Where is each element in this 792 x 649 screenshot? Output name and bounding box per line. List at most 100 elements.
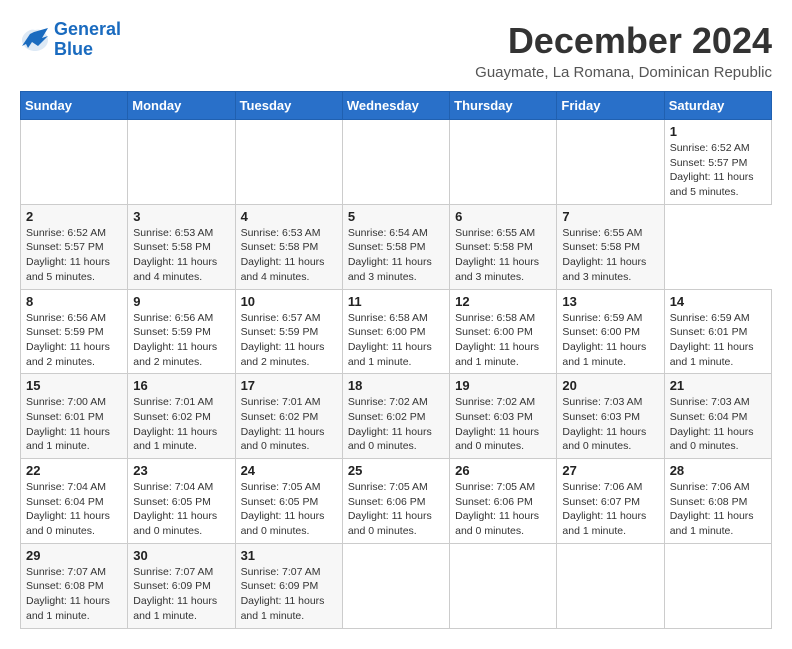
day-info: Sunrise: 7:01 AMSunset: 6:02 PMDaylight:…	[241, 395, 337, 454]
empty-cell	[557, 543, 664, 628]
calendar-day-4: 4 Sunrise: 6:53 AMSunset: 5:58 PMDaylight…	[235, 204, 342, 289]
day-number: 18	[348, 378, 444, 393]
day-number: 1	[670, 124, 766, 139]
day-info: Sunrise: 6:59 AMSunset: 6:00 PMDaylight:…	[562, 311, 658, 370]
day-info: Sunrise: 7:07 AMSunset: 6:09 PMDaylight:…	[133, 565, 229, 624]
calendar-day-26: 26Sunrise: 7:05 AMSunset: 6:06 PMDayligh…	[450, 459, 557, 544]
day-number: 19	[455, 378, 551, 393]
day-number: 17	[241, 378, 337, 393]
day-header-thursday: Thursday	[450, 92, 557, 120]
day-number: 29	[26, 548, 122, 563]
day-info: Sunrise: 6:54 AMSunset: 5:58 PMDaylight:…	[348, 226, 444, 285]
empty-cell	[342, 543, 449, 628]
calendar-day-18: 18Sunrise: 7:02 AMSunset: 6:02 PMDayligh…	[342, 374, 449, 459]
location: Guaymate, La Romana, Dominican Republic	[475, 64, 772, 81]
day-number: 6	[455, 209, 551, 224]
calendar-day-9: 9Sunrise: 6:56 AMSunset: 5:59 PMDaylight…	[128, 289, 235, 374]
day-number: 10	[241, 294, 337, 309]
day-info: Sunrise: 7:04 AMSunset: 6:05 PMDaylight:…	[133, 480, 229, 539]
day-number: 8	[26, 294, 122, 309]
calendar-day-10: 10 Sunrise: 6:57 AMSunset: 5:59 PMDayligh…	[235, 289, 342, 374]
empty-cell	[450, 543, 557, 628]
logo-text: General Blue	[54, 20, 121, 60]
calendar-week-5: 22Sunrise: 7:04 AMSunset: 6:04 PMDayligh…	[21, 459, 772, 544]
day-number: 13	[562, 294, 658, 309]
calendar-day-27: 27Sunrise: 7:06 AMSunset: 6:07 PMDayligh…	[557, 459, 664, 544]
day-info: Sunrise: 7:05 AMSunset: 6:06 PMDaylight:…	[348, 480, 444, 539]
calendar-week-3: 8 Sunrise: 6:56 AMSunset: 5:59 PMDaylight…	[21, 289, 772, 374]
calendar-week-6: 29Sunrise: 7:07 AMSunset: 6:08 PMDayligh…	[21, 543, 772, 628]
calendar-day-15: 15 Sunrise: 7:00 AMSunset: 6:01 PMDayligh…	[21, 374, 128, 459]
day-number: 31	[241, 548, 337, 563]
title-block: December 2024 Guaymate, La Romana, Domin…	[475, 20, 772, 81]
day-info: Sunrise: 7:06 AMSunset: 6:07 PMDaylight:…	[562, 480, 658, 539]
day-info: Sunrise: 6:53 AMSunset: 5:58 PMDaylight:…	[241, 226, 337, 285]
day-header-tuesday: Tuesday	[235, 92, 342, 120]
day-number: 4	[241, 209, 337, 224]
calendar-day-31: 31 Sunrise: 7:07 AMSunset: 6:09 PMDayligh…	[235, 543, 342, 628]
calendar-day-1: 1 Sunrise: 6:52 AMSunset: 5:57 PMDaylight…	[664, 120, 771, 205]
day-info: Sunrise: 7:05 AMSunset: 6:05 PMDaylight:…	[241, 480, 337, 539]
day-number: 12	[455, 294, 551, 309]
calendar-week-1: 1 Sunrise: 6:52 AMSunset: 5:57 PMDaylight…	[21, 120, 772, 205]
calendar-day-17: 17 Sunrise: 7:01 AMSunset: 6:02 PMDayligh…	[235, 374, 342, 459]
calendar-week-4: 15 Sunrise: 7:00 AMSunset: 6:01 PMDayligh…	[21, 374, 772, 459]
calendar-day-8: 8 Sunrise: 6:56 AMSunset: 5:59 PMDaylight…	[21, 289, 128, 374]
calendar-day-16: 16Sunrise: 7:01 AMSunset: 6:02 PMDayligh…	[128, 374, 235, 459]
day-header-friday: Friday	[557, 92, 664, 120]
calendar-day-2: 2 Sunrise: 6:52 AMSunset: 5:57 PMDaylight…	[21, 204, 128, 289]
day-info: Sunrise: 6:57 AMSunset: 5:59 PMDaylight:…	[241, 311, 337, 370]
day-number: 16	[133, 378, 229, 393]
day-info: Sunrise: 7:03 AMSunset: 6:04 PMDaylight:…	[670, 395, 766, 454]
day-info: Sunrise: 7:04 AMSunset: 6:04 PMDaylight:…	[26, 480, 122, 539]
logo-bird-icon	[20, 26, 50, 54]
day-info: Sunrise: 6:53 AMSunset: 5:58 PMDaylight:…	[133, 226, 229, 285]
day-number: 9	[133, 294, 229, 309]
day-number: 24	[241, 463, 337, 478]
calendar-header-row: SundayMondayTuesdayWednesdayThursdayFrid…	[21, 92, 772, 120]
calendar-table: SundayMondayTuesdayWednesdayThursdayFrid…	[20, 91, 772, 629]
day-number: 7	[562, 209, 658, 224]
day-info: Sunrise: 6:56 AMSunset: 5:59 PMDaylight:…	[26, 311, 122, 370]
calendar-day-21: 21 Sunrise: 7:03 AMSunset: 6:04 PMDayligh…	[664, 374, 771, 459]
day-number: 14	[670, 294, 766, 309]
day-info: Sunrise: 6:55 AMSunset: 5:58 PMDaylight:…	[455, 226, 551, 285]
day-info: Sunrise: 7:07 AMSunset: 6:09 PMDaylight:…	[241, 565, 337, 624]
day-info: Sunrise: 6:58 AMSunset: 6:00 PMDaylight:…	[348, 311, 444, 370]
day-number: 11	[348, 294, 444, 309]
day-info: Sunrise: 7:03 AMSunset: 6:03 PMDaylight:…	[562, 395, 658, 454]
calendar-day-6: 6 Sunrise: 6:55 AMSunset: 5:58 PMDaylight…	[450, 204, 557, 289]
empty-cell	[450, 120, 557, 205]
calendar-day-30: 30 Sunrise: 7:07 AMSunset: 6:09 PMDayligh…	[128, 543, 235, 628]
empty-cell	[128, 120, 235, 205]
calendar-day-11: 11 Sunrise: 6:58 AMSunset: 6:00 PMDayligh…	[342, 289, 449, 374]
calendar-day-24: 24 Sunrise: 7:05 AMSunset: 6:05 PMDayligh…	[235, 459, 342, 544]
calendar-week-2: 2 Sunrise: 6:52 AMSunset: 5:57 PMDaylight…	[21, 204, 772, 289]
day-number: 2	[26, 209, 122, 224]
empty-cell	[664, 543, 771, 628]
calendar-day-19: 19Sunrise: 7:02 AMSunset: 6:03 PMDayligh…	[450, 374, 557, 459]
day-number: 30	[133, 548, 229, 563]
day-number: 21	[670, 378, 766, 393]
empty-cell	[21, 120, 128, 205]
calendar-day-14: 14 Sunrise: 6:59 AMSunset: 6:01 PMDayligh…	[664, 289, 771, 374]
page-header: General Blue December 2024 Guaymate, La …	[20, 20, 772, 81]
day-info: Sunrise: 6:52 AMSunset: 5:57 PMDaylight:…	[26, 226, 122, 285]
calendar-day-22: 22Sunrise: 7:04 AMSunset: 6:04 PMDayligh…	[21, 459, 128, 544]
calendar-day-3: 3Sunrise: 6:53 AMSunset: 5:58 PMDaylight…	[128, 204, 235, 289]
logo: General Blue	[20, 20, 121, 60]
day-header-saturday: Saturday	[664, 92, 771, 120]
day-number: 26	[455, 463, 551, 478]
day-number: 15	[26, 378, 122, 393]
day-info: Sunrise: 6:59 AMSunset: 6:01 PMDaylight:…	[670, 311, 766, 370]
day-info: Sunrise: 6:55 AMSunset: 5:58 PMDaylight:…	[562, 226, 658, 285]
day-info: Sunrise: 6:52 AMSunset: 5:57 PMDaylight:…	[670, 141, 766, 200]
empty-cell	[342, 120, 449, 205]
day-number: 28	[670, 463, 766, 478]
calendar-day-7: 7 Sunrise: 6:55 AMSunset: 5:58 PMDaylight…	[557, 204, 664, 289]
day-info: Sunrise: 6:58 AMSunset: 6:00 PMDaylight:…	[455, 311, 551, 370]
calendar-day-29: 29Sunrise: 7:07 AMSunset: 6:08 PMDayligh…	[21, 543, 128, 628]
day-info: Sunrise: 7:00 AMSunset: 6:01 PMDaylight:…	[26, 395, 122, 454]
calendar-day-13: 13 Sunrise: 6:59 AMSunset: 6:00 PMDayligh…	[557, 289, 664, 374]
day-header-monday: Monday	[128, 92, 235, 120]
